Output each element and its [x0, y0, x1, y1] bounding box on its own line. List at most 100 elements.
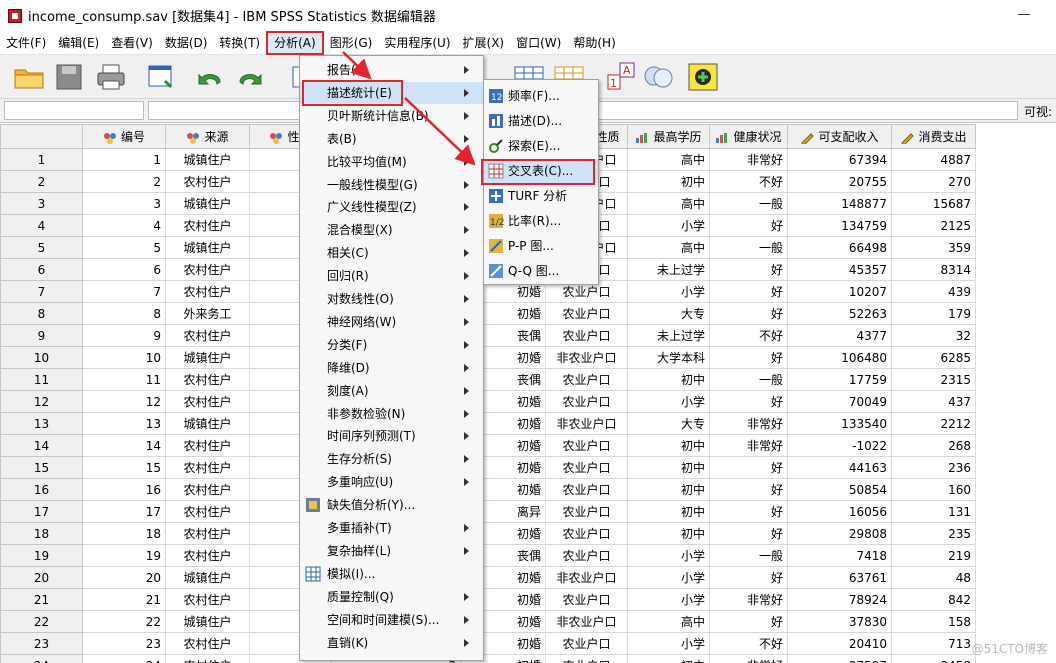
row-number[interactable]: 14 — [0, 434, 83, 457]
data-cell[interactable]: 4887 — [891, 148, 976, 171]
data-cell[interactable]: 18 — [82, 522, 166, 545]
analyze-menu-item[interactable]: 比较平均值(M) — [300, 151, 483, 173]
row-number[interactable]: 18 — [0, 522, 83, 545]
row-number[interactable]: 15 — [0, 456, 83, 479]
data-cell[interactable]: 农业户口 — [545, 478, 628, 501]
data-cell[interactable]: 一般 — [709, 544, 788, 567]
data-cell[interactable]: 好 — [709, 610, 788, 633]
data-cell[interactable]: 城镇住户 — [165, 610, 250, 633]
data-cell[interactable]: 7418 — [787, 544, 892, 567]
analyze-menu-item[interactable]: 缺失值分析(Y)... — [300, 494, 483, 516]
data-cell[interactable]: 10207 — [787, 280, 892, 303]
analyze-menu-item[interactable]: 空间和时间建模(S)... — [300, 609, 483, 631]
data-cell[interactable]: 小学 — [627, 544, 710, 567]
data-cell[interactable]: 非常好 — [709, 148, 788, 171]
menu-7[interactable]: 图形(G) — [324, 31, 379, 55]
data-cell[interactable]: 农村住户 — [165, 654, 250, 663]
menu-8[interactable]: 实用程序(U) — [378, 31, 456, 55]
data-cell[interactable]: 农村住户 — [165, 324, 250, 347]
data-cell[interactable]: 16 — [82, 478, 166, 501]
row-number[interactable]: 12 — [0, 390, 83, 413]
descriptive-menu-item[interactable]: 12 频率(F)... — [484, 84, 598, 108]
menu-6[interactable]: 分析(A) — [266, 30, 324, 55]
data-cell[interactable]: 8 — [82, 302, 166, 325]
data-cell[interactable]: 437 — [891, 390, 976, 413]
data-cell[interactable]: 9 — [82, 324, 166, 347]
data-cell[interactable]: 农业户口 — [545, 544, 628, 567]
analyze-menu-item[interactable]: 时间序列预测(T) — [300, 425, 483, 447]
analyze-menu-item[interactable]: 混合模型(X) — [300, 219, 483, 241]
analyze-menu-item[interactable]: 描述统计(E) — [300, 79, 483, 106]
data-cell[interactable]: 48 — [891, 566, 976, 589]
data-cell[interactable]: 农业户口 — [545, 434, 628, 457]
row-number[interactable]: 22 — [0, 610, 83, 633]
menu-4[interactable]: 数据(D) — [159, 31, 214, 55]
data-cell[interactable]: 2458 — [891, 654, 976, 663]
cell-reference-field[interactable] — [4, 101, 144, 120]
analyze-menu-item[interactable]: 多重插补(T) — [300, 517, 483, 539]
data-cell[interactable]: 农业户口 — [545, 654, 628, 663]
data-cell[interactable]: 非常好 — [709, 654, 788, 663]
data-cell[interactable]: 高中 — [627, 610, 710, 633]
data-cell[interactable]: 大专 — [627, 412, 710, 435]
row-number[interactable]: 13 — [0, 412, 83, 435]
data-cell[interactable]: 初中 — [627, 434, 710, 457]
descriptive-menu-item[interactable]: 1/2 比率(R)... — [484, 209, 598, 233]
data-cell[interactable]: 未上过学 — [627, 324, 710, 347]
data-cell[interactable]: 高中 — [627, 236, 710, 259]
data-cell[interactable]: -1022 — [787, 434, 892, 457]
data-cell[interactable]: 城镇住户 — [165, 412, 250, 435]
data-cell[interactable]: 23 — [82, 632, 166, 655]
data-cell[interactable]: 439 — [891, 280, 976, 303]
data-cell[interactable]: 农村住户 — [165, 214, 250, 237]
menu-10[interactable]: 窗口(W) — [510, 31, 567, 55]
row-number[interactable]: 17 — [0, 500, 83, 523]
row-number[interactable]: 3 — [0, 192, 83, 215]
analyze-menu-item[interactable]: 直销(K) — [300, 632, 483, 654]
column-header[interactable]: 编号 — [82, 124, 166, 149]
data-cell[interactable]: 24 — [82, 654, 166, 663]
data-cell[interactable]: 好 — [709, 258, 788, 281]
analyze-menu-item[interactable]: 复杂抽样(L) — [300, 540, 483, 562]
row-number[interactable]: 23 — [0, 632, 83, 655]
print-icon[interactable] — [94, 61, 128, 93]
column-header[interactable]: 可支配收入 — [787, 124, 892, 149]
column-header[interactable]: 最高学历 — [627, 124, 710, 149]
data-cell[interactable]: 17759 — [787, 368, 892, 391]
data-cell[interactable]: 高中 — [627, 148, 710, 171]
data-cell[interactable]: 15687 — [891, 192, 976, 215]
data-cell[interactable]: 131 — [891, 500, 976, 523]
data-cell[interactable]: 初中 — [627, 170, 710, 193]
analyze-menu-item[interactable]: 神经网络(W) — [300, 311, 483, 333]
spell-check-icon[interactable] — [686, 61, 720, 93]
data-cell[interactable]: 初中 — [627, 500, 710, 523]
data-cell[interactable]: 160 — [891, 478, 976, 501]
data-cell[interactable]: 大学本科 — [627, 346, 710, 369]
data-cell[interactable]: 67394 — [787, 148, 892, 171]
data-cell[interactable]: 农业户口 — [545, 456, 628, 479]
data-cell[interactable]: 6 — [82, 258, 166, 281]
analyze-menu-item[interactable]: 相关(C) — [300, 242, 483, 264]
data-cell[interactable]: 农村住户 — [165, 632, 250, 655]
data-cell[interactable]: 农村住户 — [165, 368, 250, 391]
data-cell[interactable]: 4 — [82, 214, 166, 237]
data-cell[interactable]: 好 — [709, 500, 788, 523]
data-cell[interactable]: 5 — [82, 236, 166, 259]
data-cell[interactable]: 初中 — [627, 478, 710, 501]
data-cell[interactable]: 小学 — [627, 566, 710, 589]
data-cell[interactable]: 农村住户 — [165, 544, 250, 567]
data-cell[interactable]: 不好 — [709, 324, 788, 347]
data-cell[interactable]: 21 — [82, 588, 166, 611]
data-cell[interactable]: 50854 — [787, 478, 892, 501]
row-number[interactable]: 10 — [0, 346, 83, 369]
data-cell[interactable]: 27597 — [787, 654, 892, 663]
data-cell[interactable]: 一般 — [709, 192, 788, 215]
row-number[interactable]: 7 — [0, 280, 83, 303]
data-cell[interactable]: 农村住户 — [165, 390, 250, 413]
data-cell[interactable]: 非常好 — [709, 434, 788, 457]
data-cell[interactable]: 初中 — [627, 654, 710, 663]
data-cell[interactable]: 农村住户 — [165, 478, 250, 501]
menu-11[interactable]: 帮助(H) — [567, 31, 621, 55]
analyze-menu-item[interactable]: 一般线性模型(G) — [300, 174, 483, 196]
data-cell[interactable]: 农村住户 — [165, 500, 250, 523]
